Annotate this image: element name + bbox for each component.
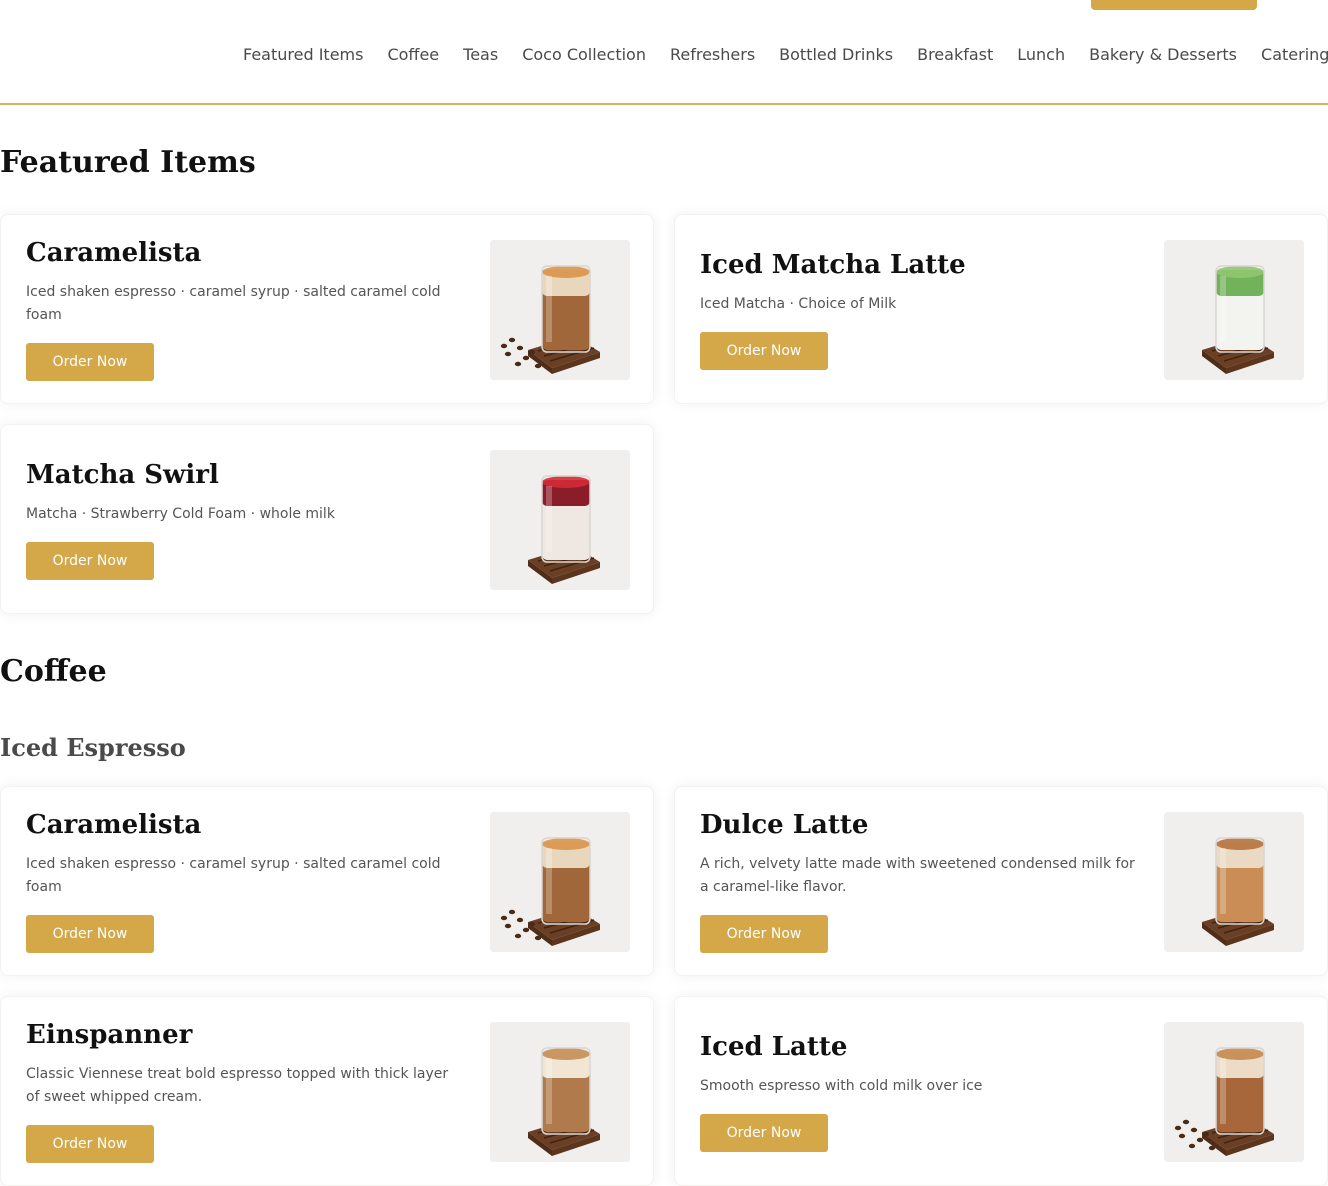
order-now-button[interactable]: Order Now [26, 1125, 154, 1163]
nav-item-catering[interactable]: Catering [1261, 44, 1328, 66]
subsection-title-iced-espresso: Iced Espresso [0, 733, 186, 762]
order-now-button[interactable]: Order Now [26, 541, 154, 580]
menu-item-info: Caramelista Iced shaken espresso · carame… [26, 215, 466, 403]
caramelista-drink-image[interactable] [490, 812, 630, 952]
menu-item-description: A rich, velvety latte made with sweetene… [700, 856, 1135, 895]
menu-item-description: Matcha · Strawberry Cold Foam · whole mi… [26, 505, 335, 522]
order-now-button[interactable]: Order Now [26, 915, 154, 953]
nav-item-bakery-desserts[interactable]: Bakery & Desserts [1089, 44, 1237, 66]
nav-item-coco-collection[interactable]: Coco Collection [522, 44, 646, 66]
category-nav: Featured Items Coffee Teas Coco Collection R… [243, 44, 1328, 66]
menu-item-description: Iced Matcha · Choice of Milk [700, 295, 897, 312]
nav-item-bottled-drinks[interactable]: Bottled Drinks [779, 44, 893, 66]
order-now-button[interactable]: Order Now [700, 331, 828, 370]
menu-item-info: Matcha Swirl Matcha · Strawberry Cold Foa… [26, 425, 466, 613]
menu-item-description: Smooth espresso with cold milk over ice [700, 1077, 983, 1094]
menu-item-info: Iced Latte Smooth espresso with cold milk… [700, 997, 1140, 1185]
matcha-swirl-image[interactable] [490, 450, 630, 590]
menu-item-card[interactable]: Iced Latte Smooth espresso with cold milk… [674, 996, 1328, 1186]
section-title-featured: Featured Items [0, 145, 256, 180]
nav-item-lunch[interactable]: Lunch [1017, 44, 1065, 66]
menu-item-title: Matcha Swirl [26, 459, 219, 490]
nav-item-refreshers[interactable]: Refreshers [670, 44, 755, 66]
iced-latte-image[interactable] [1164, 1022, 1304, 1162]
iced-matcha-latte-image[interactable] [1164, 240, 1304, 380]
menu-item-title: Iced Latte [700, 1031, 848, 1062]
menu-item-title: Dulce Latte [700, 810, 869, 840]
nav-item-teas[interactable]: Teas [463, 44, 498, 66]
order-now-button[interactable]: Order Now [700, 915, 828, 953]
order-now-button[interactable]: Order Now [700, 1113, 828, 1152]
menu-item-info: Iced Matcha Latte Iced Matcha · Choice of… [700, 215, 1140, 403]
order-now-button[interactable]: Order Now [26, 343, 154, 381]
menu-item-description: Classic Viennese treat bold espresso top… [26, 1066, 449, 1105]
menu-item-info: Einspanner Classic Viennese treat bold es… [26, 997, 466, 1185]
nav-item-featured-items[interactable]: Featured Items [243, 44, 363, 66]
menu-item-card[interactable]: Einspanner Classic Viennese treat bold es… [0, 996, 654, 1186]
menu-item-title: Einspanner [26, 1020, 193, 1050]
caramelista-drink-image[interactable] [490, 240, 630, 380]
menu-item-card[interactable]: Caramelista Iced shaken espresso · carame… [0, 214, 654, 404]
menu-item-card[interactable]: Iced Matcha Latte Iced Matcha · Choice of… [674, 214, 1328, 404]
menu-item-info: Caramelista Iced shaken espresso · carame… [26, 787, 466, 975]
menu-item-description: Iced shaken espresso · caramel syrup · s… [26, 284, 441, 323]
nav-item-coffee[interactable]: Coffee [387, 44, 439, 66]
dulce-latte-image[interactable] [1164, 812, 1304, 952]
menu-item-description: Iced shaken espresso · caramel syrup · s… [26, 856, 441, 895]
menu-item-card[interactable]: Caramelista Iced shaken espresso · carame… [0, 786, 654, 976]
menu-item-title: Iced Matcha Latte [700, 249, 966, 280]
menu-item-card[interactable]: Dulce Latte A rich, velvety latte made wi… [674, 786, 1328, 976]
menu-item-card[interactable]: Matcha Swirl Matcha · Strawberry Cold Foa… [0, 424, 654, 614]
nav-item-breakfast[interactable]: Breakfast [917, 44, 993, 66]
category-navbar: Featured Items Coffee Teas Coco Collection R… [0, 0, 1328, 105]
einspanner-image[interactable] [490, 1022, 630, 1162]
menu-item-info: Dulce Latte A rich, velvety latte made wi… [700, 787, 1140, 975]
menu-item-title: Caramelista [26, 810, 202, 840]
section-title-coffee: Coffee [0, 654, 107, 689]
menu-item-title: Caramelista [26, 238, 202, 268]
